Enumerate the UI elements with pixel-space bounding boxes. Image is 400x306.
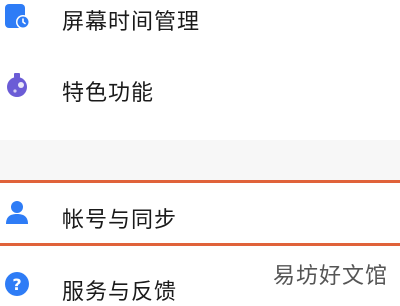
flask-icon — [4, 72, 30, 98]
settings-item-screen-time[interactable]: 屏幕时间管理 — [0, 0, 400, 38]
settings-list: 屏幕时间管理 特色功能 帐号与同步 ? 服务与反馈 — [0, 0, 400, 305]
settings-item-label: 帐号与同步 — [62, 208, 178, 233]
settings-item-label: 屏幕时间管理 — [62, 10, 201, 35]
screen-time-icon — [4, 4, 30, 30]
settings-item-account-sync[interactable]: 帐号与同步 — [0, 183, 400, 245]
svg-text:?: ? — [12, 275, 21, 294]
help-icon: ? — [4, 271, 30, 297]
section-divider — [0, 140, 400, 180]
settings-item-label: 服务与反馈 — [62, 280, 178, 305]
watermark: 易坊好文馆 — [272, 264, 388, 289]
settings-item-label: 特色功能 — [62, 81, 155, 106]
account-icon — [4, 199, 30, 225]
settings-item-features[interactable]: 特色功能 — [0, 60, 400, 116]
